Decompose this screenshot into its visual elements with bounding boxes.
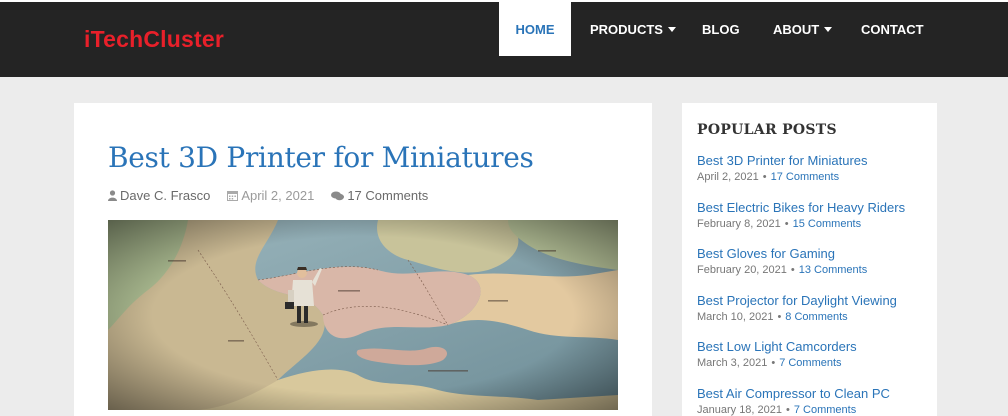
site-logo[interactable]: iTechCluster xyxy=(84,26,224,53)
separator-dot: • xyxy=(790,264,795,276)
separator-dot: • xyxy=(786,404,790,416)
popular-post-item: Best Air Compressor to Clean PC January … xyxy=(697,386,890,416)
popular-post-item: Best Low Light Camcorders March 3, 2021 •… xyxy=(697,339,857,369)
popular-post-meta: March 10, 2021 • 8 Comments xyxy=(697,311,897,323)
separator-dot: • xyxy=(777,311,782,323)
nav-about[interactable]: ABOUT xyxy=(758,2,848,56)
popular-post-item: Best Projector for Daylight Viewing Marc… xyxy=(697,293,897,323)
popular-post-date: February 20, 2021 xyxy=(697,264,787,276)
calendar-icon xyxy=(227,191,239,201)
sidebar-heading: POPULAR POSTS xyxy=(697,122,837,138)
post-meta: Dave C. Frasco April 2, 2021 17 Comments xyxy=(108,188,428,203)
map-figurine-photo xyxy=(108,220,618,410)
post-comments[interactable]: 17 Comments xyxy=(331,188,428,203)
popular-post-comments[interactable]: 7 Comments xyxy=(779,357,841,369)
nav-home[interactable]: HOME xyxy=(499,2,571,56)
nav-products-label: PRODUCTS xyxy=(590,21,663,37)
popular-post-title[interactable]: Best Gloves for Gaming xyxy=(697,246,867,261)
post-date: April 2, 2021 xyxy=(227,188,314,203)
nav-contact-label: CONTACT xyxy=(861,21,924,37)
popular-post-date: April 2, 2021 xyxy=(697,171,759,183)
post-comments-count: 17 Comments xyxy=(347,188,429,203)
popular-post-date: February 8, 2021 xyxy=(697,218,781,230)
popular-post-title[interactable]: Best Electric Bikes for Heavy Riders xyxy=(697,200,905,215)
popular-post-comments[interactable]: 17 Comments xyxy=(771,171,839,183)
post-card: Best 3D Printer for Miniatures Dave C. F… xyxy=(74,103,652,416)
popular-post-comments[interactable]: 15 Comments xyxy=(793,218,861,230)
post-author[interactable]: Dave C. Frasco xyxy=(108,188,210,203)
post-date-text: April 2, 2021 xyxy=(241,188,315,203)
popular-post-meta: January 18, 2021 • 7 Comments xyxy=(697,404,890,416)
popular-post-date: March 3, 2021 xyxy=(697,357,768,369)
separator-dot: • xyxy=(784,218,789,230)
chevron-down-icon xyxy=(824,27,833,32)
user-icon xyxy=(108,190,117,201)
popular-post-meta: April 2, 2021 • 17 Comments xyxy=(697,171,868,183)
post-author-name: Dave C. Frasco xyxy=(120,188,211,203)
chevron-down-icon xyxy=(667,27,676,32)
popular-post-meta: March 3, 2021 • 7 Comments xyxy=(697,357,857,369)
popular-post-meta: February 20, 2021 • 13 Comments xyxy=(697,264,867,276)
post-title[interactable]: Best 3D Printer for Miniatures xyxy=(108,141,534,174)
sidebar-popular-posts: POPULAR POSTS Best 3D Printer for Miniat… xyxy=(682,103,937,416)
nav-home-label: HOME xyxy=(515,21,555,37)
popular-post-date: March 10, 2021 xyxy=(697,311,774,323)
popular-post-comments[interactable]: 13 Comments xyxy=(799,264,867,276)
popular-post-date: January 18, 2021 xyxy=(697,404,783,416)
nav-about-label: ABOUT xyxy=(773,21,820,37)
popular-post-title[interactable]: Best Low Light Camcorders xyxy=(697,339,857,354)
popular-post-title[interactable]: Best 3D Printer for Miniatures xyxy=(697,153,868,168)
site-header: iTechCluster HOME PRODUCTS BLOG ABOUT CO… xyxy=(0,0,1008,77)
popular-post-comments[interactable]: 8 Comments xyxy=(785,311,847,323)
popular-post-title[interactable]: Best Projector for Daylight Viewing xyxy=(697,293,897,308)
separator-dot: • xyxy=(771,357,776,369)
separator-dot: • xyxy=(762,171,767,183)
popular-post-item: Best 3D Printer for Miniatures April 2, … xyxy=(697,153,868,183)
nav-blog[interactable]: BLOG xyxy=(684,2,758,56)
popular-post-title[interactable]: Best Air Compressor to Clean PC xyxy=(697,386,890,401)
comments-icon xyxy=(331,191,345,200)
popular-post-comments[interactable]: 7 Comments xyxy=(794,404,856,416)
popular-post-meta: February 8, 2021 • 15 Comments xyxy=(697,218,905,230)
nav-products[interactable]: PRODUCTS xyxy=(571,2,684,56)
nav-contact[interactable]: CONTACT xyxy=(848,2,924,56)
nav-blog-label: BLOG xyxy=(702,21,740,37)
popular-post-item: Best Gloves for Gaming February 20, 2021… xyxy=(697,246,867,276)
popular-post-item: Best Electric Bikes for Heavy Riders Feb… xyxy=(697,200,905,230)
post-featured-image[interactable] xyxy=(108,220,618,410)
main-nav: HOME PRODUCTS BLOG ABOUT CONTACT xyxy=(499,2,924,56)
